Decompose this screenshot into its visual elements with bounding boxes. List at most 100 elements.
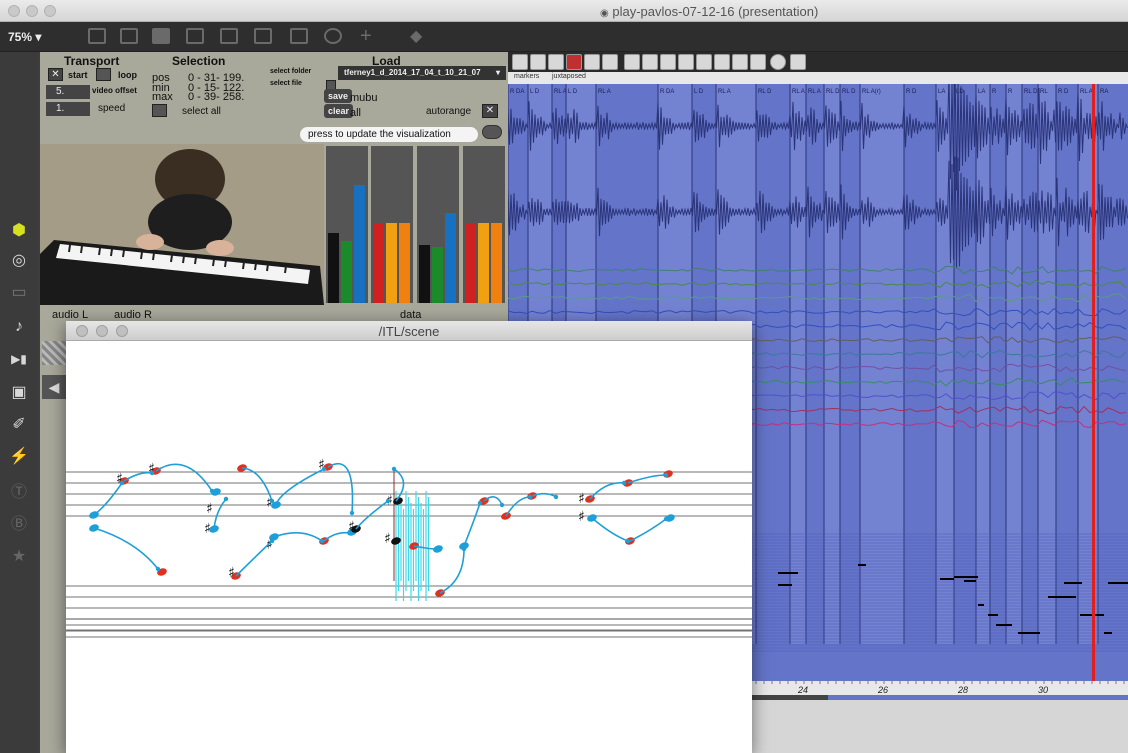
clear-target: all: [350, 107, 362, 119]
region-tool-icon[interactable]: [584, 54, 600, 70]
meter-2: [371, 146, 413, 303]
add-object-icon[interactable]: +: [360, 25, 372, 48]
marker-label: RL A: [1080, 89, 1093, 95]
dial-object-icon[interactable]: [324, 28, 342, 44]
voice-arrow: [273, 532, 323, 542]
info-icon[interactable]: [770, 54, 786, 70]
lock-tool-icon[interactable]: [602, 54, 618, 70]
voice-arrow: [629, 518, 667, 542]
cursor-tool-icon[interactable]: [566, 54, 582, 70]
audio-r-label: audio R: [114, 309, 152, 321]
toggle-icon[interactable]: [186, 28, 204, 44]
meter-1: [326, 146, 368, 303]
clear-button[interactable]: clear: [324, 104, 354, 118]
pencil-tool-icon[interactable]: [530, 54, 546, 70]
marker-label: R D: [906, 89, 917, 95]
autorange-toggle[interactable]: ✕: [482, 104, 498, 118]
step-forward-icon[interactable]: ▶▮: [8, 348, 30, 370]
marker-label: RL A: [808, 89, 821, 95]
select-all-toggle[interactable]: [152, 104, 167, 117]
roll-note: [1048, 596, 1076, 598]
audio-l-label: audio L: [52, 309, 89, 321]
play-object-icon[interactable]: [254, 28, 272, 44]
video-offset-input[interactable]: 5.: [46, 85, 90, 99]
timeline-tick-label: 24: [797, 685, 808, 695]
lock-icon[interactable]: [88, 28, 106, 44]
roll-note: [954, 576, 978, 578]
score-canvas[interactable]: ♯♯♯♯♯♯♯♯♯♯♯♯♯: [66, 341, 752, 753]
select-all-label: select all: [182, 106, 221, 117]
update-visualization-message[interactable]: press to update the visualization: [300, 127, 478, 142]
roll-note: [964, 580, 976, 582]
roll-note: [978, 604, 984, 606]
button-object-icon[interactable]: [220, 28, 238, 44]
loop-toggle[interactable]: [96, 68, 111, 81]
plug-icon[interactable]: ⚡: [8, 446, 30, 468]
comment-icon[interactable]: [152, 28, 170, 44]
zoom-window-button[interactable]: [44, 5, 56, 17]
loop-label: loop: [118, 70, 137, 80]
arrow-head: [391, 466, 397, 472]
image-icon[interactable]: ▣: [8, 382, 30, 404]
playhead-cursor: [1092, 84, 1095, 684]
piano-video-image: [40, 144, 324, 305]
bpf-view-icon[interactable]: [642, 54, 658, 70]
list-icon[interactable]: [790, 54, 806, 70]
roll-note: [778, 572, 798, 574]
traces-view-icon[interactable]: [732, 54, 748, 70]
tab-markers[interactable]: markers: [514, 73, 539, 80]
b-icon[interactable]: Ⓑ: [8, 514, 30, 536]
marker-view-icon[interactable]: [696, 54, 712, 70]
roll-note: [988, 614, 998, 616]
arrow-head: [349, 510, 355, 516]
marker-region: [936, 84, 954, 644]
marker-label: RL A(r): [862, 89, 881, 95]
move-tool-icon[interactable]: [548, 54, 564, 70]
speaker-icon[interactable]: ◀: [42, 375, 66, 399]
update-button[interactable]: [482, 125, 502, 139]
slider-object-icon[interactable]: [290, 28, 308, 44]
marker-label: L D: [568, 89, 578, 95]
strip-icon[interactable]: ▭: [8, 282, 30, 304]
transport-header: Transport: [64, 54, 120, 68]
music-note-icon[interactable]: ♪: [8, 316, 30, 338]
bars-view-icon[interactable]: [714, 54, 730, 70]
select-folder-link[interactable]: select folder: [270, 68, 311, 75]
video-offset-label: video offset: [92, 86, 137, 95]
minimize-window-button[interactable]: [26, 5, 38, 17]
arrow-head: [155, 566, 161, 572]
hatch-button[interactable]: [42, 341, 66, 365]
close-window-button[interactable]: [8, 5, 20, 17]
matrix-view-icon[interactable]: [660, 54, 676, 70]
save-button[interactable]: save: [324, 89, 353, 103]
eye-icon[interactable]: ◆: [410, 26, 422, 46]
zoom-dropdown[interactable]: 75% ▾: [8, 30, 41, 44]
select-file-link[interactable]: select file: [270, 80, 302, 87]
cube-icon[interactable]: ⬢: [8, 220, 30, 242]
arrow-head: [149, 470, 155, 476]
marker-label: RL A: [718, 89, 731, 95]
arrow-head: [663, 472, 669, 478]
tab-juxtaposed[interactable]: juxtaposed: [552, 73, 586, 80]
roll-note: [778, 584, 792, 586]
select-tool-icon[interactable]: [512, 54, 528, 70]
start-toggle[interactable]: ✕: [48, 68, 63, 81]
sonogram-view-icon[interactable]: [678, 54, 694, 70]
scatter-view-icon[interactable]: [750, 54, 766, 70]
presentation-icon[interactable]: [120, 28, 138, 44]
v-icon[interactable]: Ⓣ: [8, 482, 30, 504]
max-values[interactable]: 0 - 39- 258.: [188, 91, 244, 103]
roll-note: [1064, 582, 1082, 584]
star-icon[interactable]: ★: [8, 546, 30, 568]
voice-arrow: [439, 548, 465, 594]
arrow-head: [269, 538, 275, 544]
paperclip-icon[interactable]: ✐: [8, 414, 30, 436]
arrow-head: [319, 538, 325, 544]
title-bar: ◉ play-pavlos-07-12-16 (presentation): [0, 0, 1128, 22]
sharp-sign: ♯: [578, 509, 585, 525]
target-icon[interactable]: ◎: [8, 250, 30, 272]
waveform-view-icon[interactable]: [624, 54, 640, 70]
marker-label: RL D: [1024, 89, 1038, 95]
speed-input[interactable]: 1.: [46, 102, 90, 116]
file-dropdown[interactable]: tferney1_d_2014_17_04_t_10_21_07 ▾: [338, 66, 506, 80]
